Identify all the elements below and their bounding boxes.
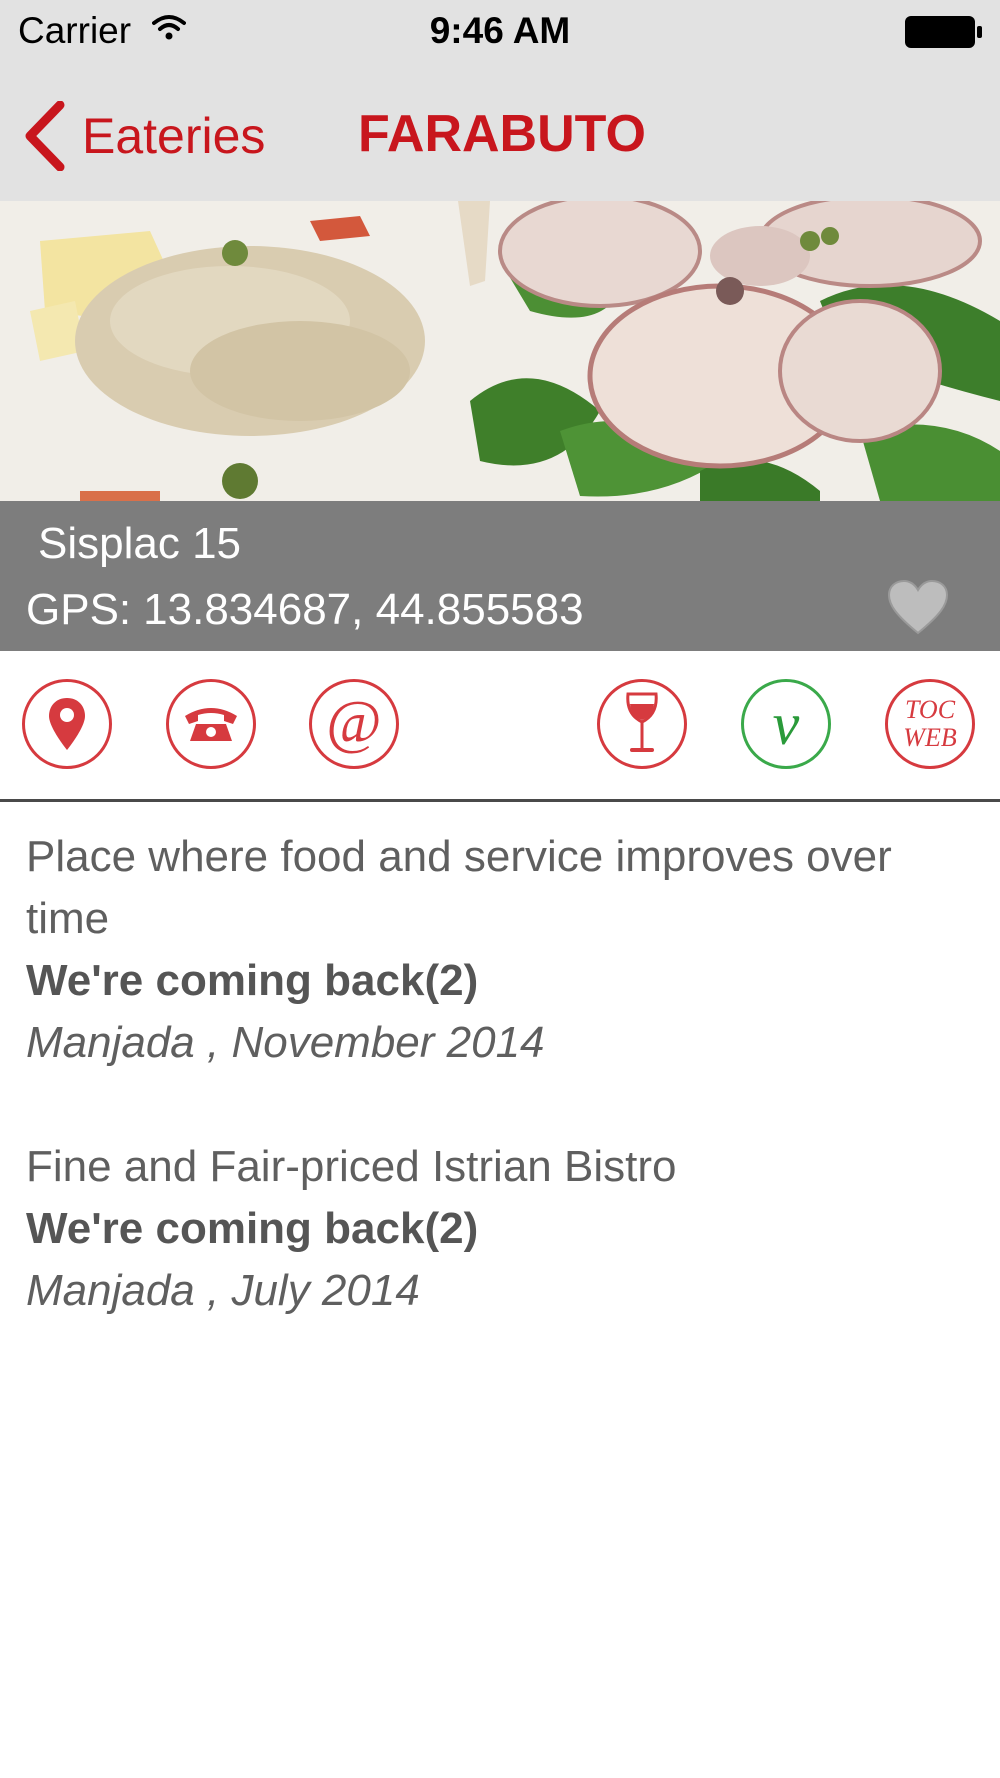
at-sign-icon: @ xyxy=(326,692,381,755)
chevron-left-icon xyxy=(25,101,65,171)
gps-value: 13.834687, 44.855583 xyxy=(143,585,584,634)
gps-coordinates: GPS: 13.834687, 44.855583 xyxy=(26,585,584,635)
page-title: FARABUTO xyxy=(358,105,646,163)
back-label: Eateries xyxy=(82,108,266,164)
review-text: Place where food and service improves ov… xyxy=(26,832,892,943)
status-bar: Carrier 9:46 AM xyxy=(0,0,1000,68)
navigation-bar: Eateries FARABUTO xyxy=(0,68,1000,202)
review-verdict: We're coming back(2) xyxy=(26,956,479,1005)
phone-button[interactable] xyxy=(166,679,256,769)
favorite-heart-icon[interactable] xyxy=(886,579,950,642)
wine-button[interactable] xyxy=(597,679,687,769)
toc-web-button[interactable]: TOC WEB xyxy=(885,679,975,769)
review-verdict: We're coming back(2) xyxy=(26,1204,479,1253)
battery-icon xyxy=(904,15,984,54)
map-button[interactable] xyxy=(22,679,112,769)
review-item: Place where food and service improves ov… xyxy=(26,826,976,1074)
reviews-list: Place where food and service improves ov… xyxy=(26,826,976,1384)
phone-icon xyxy=(185,708,237,741)
toc-web-label: TOC WEB xyxy=(903,695,957,752)
vegetarian-button[interactable]: v xyxy=(741,679,831,769)
venue-info-band: Sisplac 15 GPS: 13.834687, 44.855583 xyxy=(0,501,1000,651)
gps-label: GPS: xyxy=(26,585,132,634)
status-time: 9:46 AM xyxy=(429,10,571,51)
venue-address: Sisplac 15 xyxy=(38,519,242,568)
review-author-date: Manjada , November 2014 xyxy=(26,1018,545,1067)
wine-glass-icon xyxy=(626,692,658,752)
review-item: Fine and Fair-priced Istrian Bistro We'r… xyxy=(26,1136,976,1322)
review-author-date: Manjada , July 2014 xyxy=(26,1266,420,1315)
map-pin-icon xyxy=(49,698,85,750)
svg-text:v: v xyxy=(773,694,800,754)
back-button[interactable]: Eateries xyxy=(22,98,265,174)
action-bar: @ v TOC WEB xyxy=(0,651,1000,802)
venue-photo xyxy=(0,201,1000,501)
svg-text:@: @ xyxy=(326,692,381,755)
vegetarian-v-icon: v xyxy=(773,694,800,754)
email-button[interactable]: @ xyxy=(309,679,399,769)
review-text: Fine and Fair-priced Istrian Bistro xyxy=(26,1142,677,1191)
